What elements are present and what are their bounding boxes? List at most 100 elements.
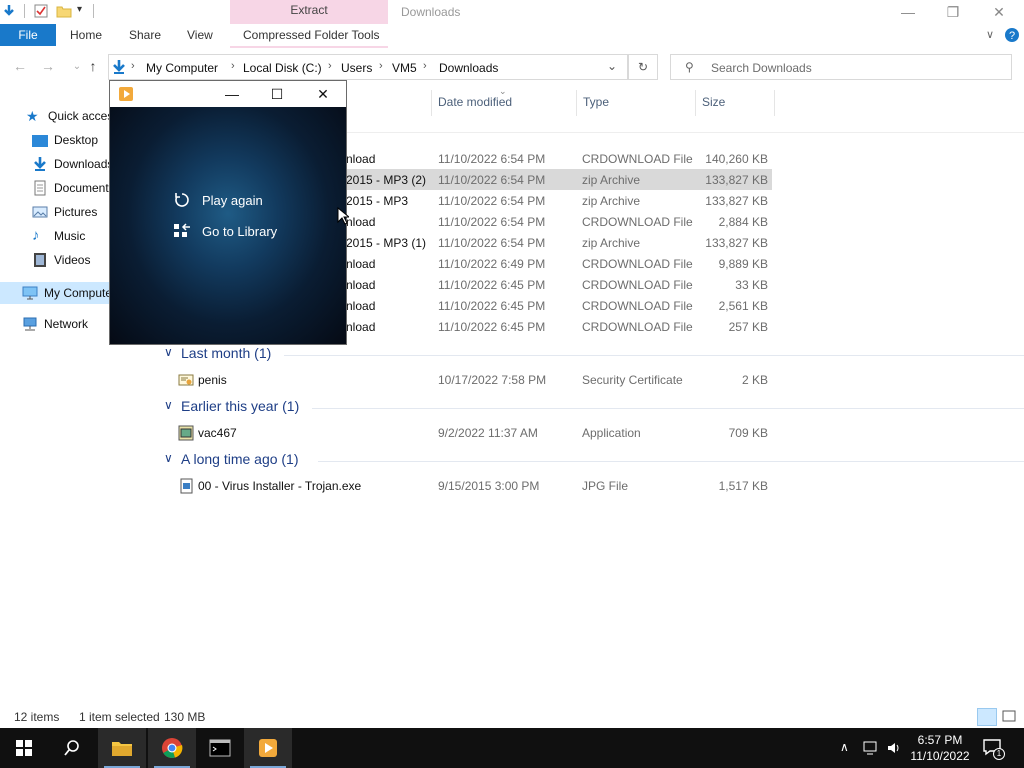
- chevron-down-icon[interactable]: ∨: [164, 398, 173, 412]
- customize-toolbar-icon[interactable]: ▾: [77, 4, 82, 15]
- chevron-down-icon[interactable]: ∨: [164, 451, 173, 465]
- group-header-earlier-this-year[interactable]: ∨ Earlier this year (1): [164, 396, 1024, 418]
- system-clock[interactable]: 6:57 PM 11/10/2022: [900, 732, 980, 764]
- show-hidden-icons-button[interactable]: ∧: [840, 740, 849, 754]
- nav-quick-access[interactable]: ★ Quick access: [26, 105, 119, 127]
- media-player-window[interactable]: — ☐ ✕ Play again Go to Library: [109, 80, 347, 345]
- file-date: 11/10/2022 6:45 PM: [438, 278, 546, 292]
- close-button[interactable]: ✕: [976, 0, 1022, 24]
- forward-button[interactable]: →: [38, 58, 58, 76]
- address-bar[interactable]: › My Computer › Local Disk (C:) › Users …: [108, 54, 628, 80]
- column-separator[interactable]: [576, 90, 577, 116]
- breadcrumb-separator[interactable]: ›: [379, 60, 383, 72]
- file-name: nload: [346, 215, 376, 229]
- tab-compressed-folder-tools[interactable]: Compressed Folder Tools: [243, 28, 380, 42]
- file-size: 2 KB: [741, 373, 768, 387]
- chevron-down-icon[interactable]: ∨: [164, 345, 173, 359]
- taskbar-chrome[interactable]: [148, 728, 196, 768]
- tab-home[interactable]: Home: [70, 28, 102, 42]
- chrome-icon: [162, 738, 183, 758]
- tab-file[interactable]: File: [0, 24, 56, 46]
- back-button[interactable]: ←: [10, 58, 30, 76]
- column-header-type[interactable]: Type: [583, 95, 609, 109]
- large-icons-view-button[interactable]: [1000, 708, 1020, 726]
- nav-documents[interactable]: Documents: [32, 177, 115, 199]
- go-to-library-button[interactable]: Go to Library: [172, 222, 277, 240]
- file-row[interactable]: vac467 9/2/2022 11:37 AM Application 709…: [160, 422, 772, 443]
- column-header-date[interactable]: Date modified: [438, 95, 512, 109]
- column-separator[interactable]: [695, 90, 696, 116]
- player-maximize-button[interactable]: ☐: [263, 85, 291, 103]
- network-icon: [23, 317, 37, 331]
- maximize-button[interactable]: ❐: [930, 0, 976, 24]
- column-header-size[interactable]: Size: [702, 95, 725, 109]
- status-bar: 12 items 1 item selected 130 MB: [0, 706, 1024, 728]
- breadcrumb-separator[interactable]: ›: [131, 60, 135, 72]
- replay-icon: [172, 191, 192, 209]
- new-folder-icon[interactable]: [56, 3, 72, 19]
- file-date: 10/17/2022 7:58 PM: [438, 373, 547, 387]
- file-row[interactable]: penis 10/17/2022 7:58 PM Security Certif…: [160, 369, 772, 390]
- breadcrumb-users[interactable]: Users: [341, 61, 372, 75]
- go-to-library-label: Go to Library: [202, 223, 278, 239]
- file-name: nload: [346, 278, 376, 292]
- play-again-button[interactable]: Play again: [172, 191, 263, 209]
- group-label: Last month (1): [181, 345, 272, 361]
- file-name: 2015 - MP3 (1): [346, 236, 427, 250]
- taskbar-command-prompt[interactable]: [196, 728, 244, 768]
- file-size: 133,827 KB: [705, 173, 768, 187]
- file-size: 140,260 KB: [705, 152, 768, 166]
- up-button[interactable]: ↑: [83, 58, 103, 76]
- nav-my-computer[interactable]: My Computer: [22, 282, 116, 304]
- clock-date: 11/10/2022: [910, 749, 970, 763]
- search-box[interactable]: ⚲ Search Downloads: [670, 54, 1012, 80]
- documents-icon: [34, 180, 46, 196]
- nav-videos[interactable]: Videos: [32, 249, 90, 271]
- breadcrumb-separator[interactable]: ›: [231, 60, 235, 72]
- taskbar: ∧ 6:57 PM 11/10/2022 1: [0, 728, 1024, 768]
- group-header-long-time-ago[interactable]: ∨ A long time ago (1): [164, 449, 1024, 471]
- expand-ribbon-icon[interactable]: ∨: [986, 28, 994, 41]
- file-name: nload: [346, 257, 376, 271]
- group-header-last-month[interactable]: ∨ Last month (1): [164, 343, 1024, 365]
- player-close-button[interactable]: ✕: [309, 85, 337, 103]
- media-player-icon: [119, 87, 133, 101]
- details-view-button[interactable]: [977, 708, 997, 726]
- nav-music[interactable]: ♪ Music: [32, 225, 85, 247]
- column-separator[interactable]: [431, 90, 432, 116]
- nav-network[interactable]: Network: [22, 313, 88, 335]
- properties-icon[interactable]: [33, 3, 49, 19]
- network-tray-icon[interactable]: [862, 740, 880, 756]
- breadcrumb-vm5[interactable]: VM5: [392, 61, 417, 75]
- nav-pictures[interactable]: Pictures: [32, 201, 97, 223]
- player-title-bar[interactable]: — ☐ ✕: [110, 81, 346, 107]
- action-center-button[interactable]: 1: [982, 738, 1005, 760]
- divider: [24, 4, 25, 18]
- taskbar-file-explorer[interactable]: [98, 728, 146, 768]
- breadcrumb-local-disk[interactable]: Local Disk (C:): [243, 61, 322, 75]
- start-button[interactable]: [0, 728, 48, 768]
- breadcrumb-separator[interactable]: ›: [328, 60, 332, 72]
- file-row[interactable]: 00 - Virus Installer - Trojan.exe 9/15/2…: [160, 475, 772, 496]
- nav-downloads[interactable]: Downloads: [32, 153, 113, 175]
- file-date: 11/10/2022 6:45 PM: [438, 299, 546, 313]
- quick-access-save-icon[interactable]: [1, 3, 17, 19]
- taskbar-media-player[interactable]: [244, 728, 292, 768]
- player-minimize-button[interactable]: —: [218, 85, 246, 103]
- breadcrumb-separator[interactable]: ›: [423, 60, 427, 72]
- tab-share[interactable]: Share: [129, 28, 161, 42]
- music-icon: ♪: [32, 227, 40, 244]
- address-history-dropdown[interactable]: ⌄: [607, 59, 617, 73]
- help-icon[interactable]: ?: [1004, 27, 1020, 43]
- taskbar-search-button[interactable]: [48, 728, 96, 768]
- refresh-button[interactable]: ↻: [628, 54, 658, 80]
- breadcrumb-my-computer[interactable]: My Computer: [146, 61, 218, 75]
- image-file-icon: [180, 478, 193, 494]
- tab-view[interactable]: View: [187, 28, 213, 42]
- nav-desktop[interactable]: Desktop: [32, 129, 98, 151]
- nav-label: My Computer: [44, 286, 117, 300]
- breadcrumb-downloads[interactable]: Downloads: [439, 61, 498, 75]
- minimize-button[interactable]: —: [885, 0, 931, 24]
- group-divider: [312, 408, 1024, 409]
- column-separator[interactable]: [774, 90, 775, 116]
